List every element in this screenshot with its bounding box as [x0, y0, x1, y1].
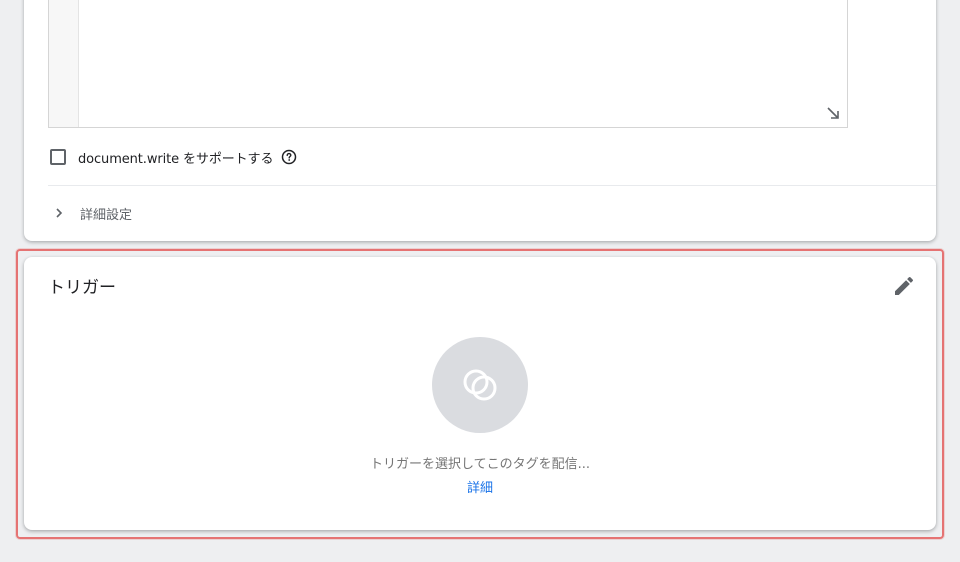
trigger-empty-message: トリガーを選択してこのタグを配信...: [369, 457, 590, 472]
advanced-settings-toggle[interactable]: 詳細設定: [52, 200, 132, 226]
document-write-label: document.write をサポートする: [78, 151, 274, 167]
html-code-editor[interactable]: [48, 0, 848, 128]
document-write-option: document.write をサポートする: [50, 145, 297, 169]
resize-handle-icon[interactable]: [825, 105, 841, 121]
tag-configuration-card: document.write をサポートする 詳細設定: [24, 0, 936, 241]
line-number-gutter: [49, 0, 79, 127]
triggering-title: トリガー: [48, 278, 116, 298]
advanced-settings-label: 詳細設定: [80, 207, 133, 223]
learn-more-link[interactable]: 詳細: [24, 477, 936, 496]
triggering-card[interactable]: トリガー トリガーを選択してこのタグを配信... 詳細: [24, 257, 936, 530]
pencil-icon[interactable]: [892, 274, 916, 298]
help-icon[interactable]: [281, 149, 297, 165]
section-divider: [48, 185, 936, 186]
chevron-right-icon: [56, 208, 63, 218]
overlapping-circles-icon: [463, 369, 497, 401]
trigger-placeholder[interactable]: [432, 337, 528, 433]
document-write-checkbox[interactable]: [50, 149, 66, 165]
